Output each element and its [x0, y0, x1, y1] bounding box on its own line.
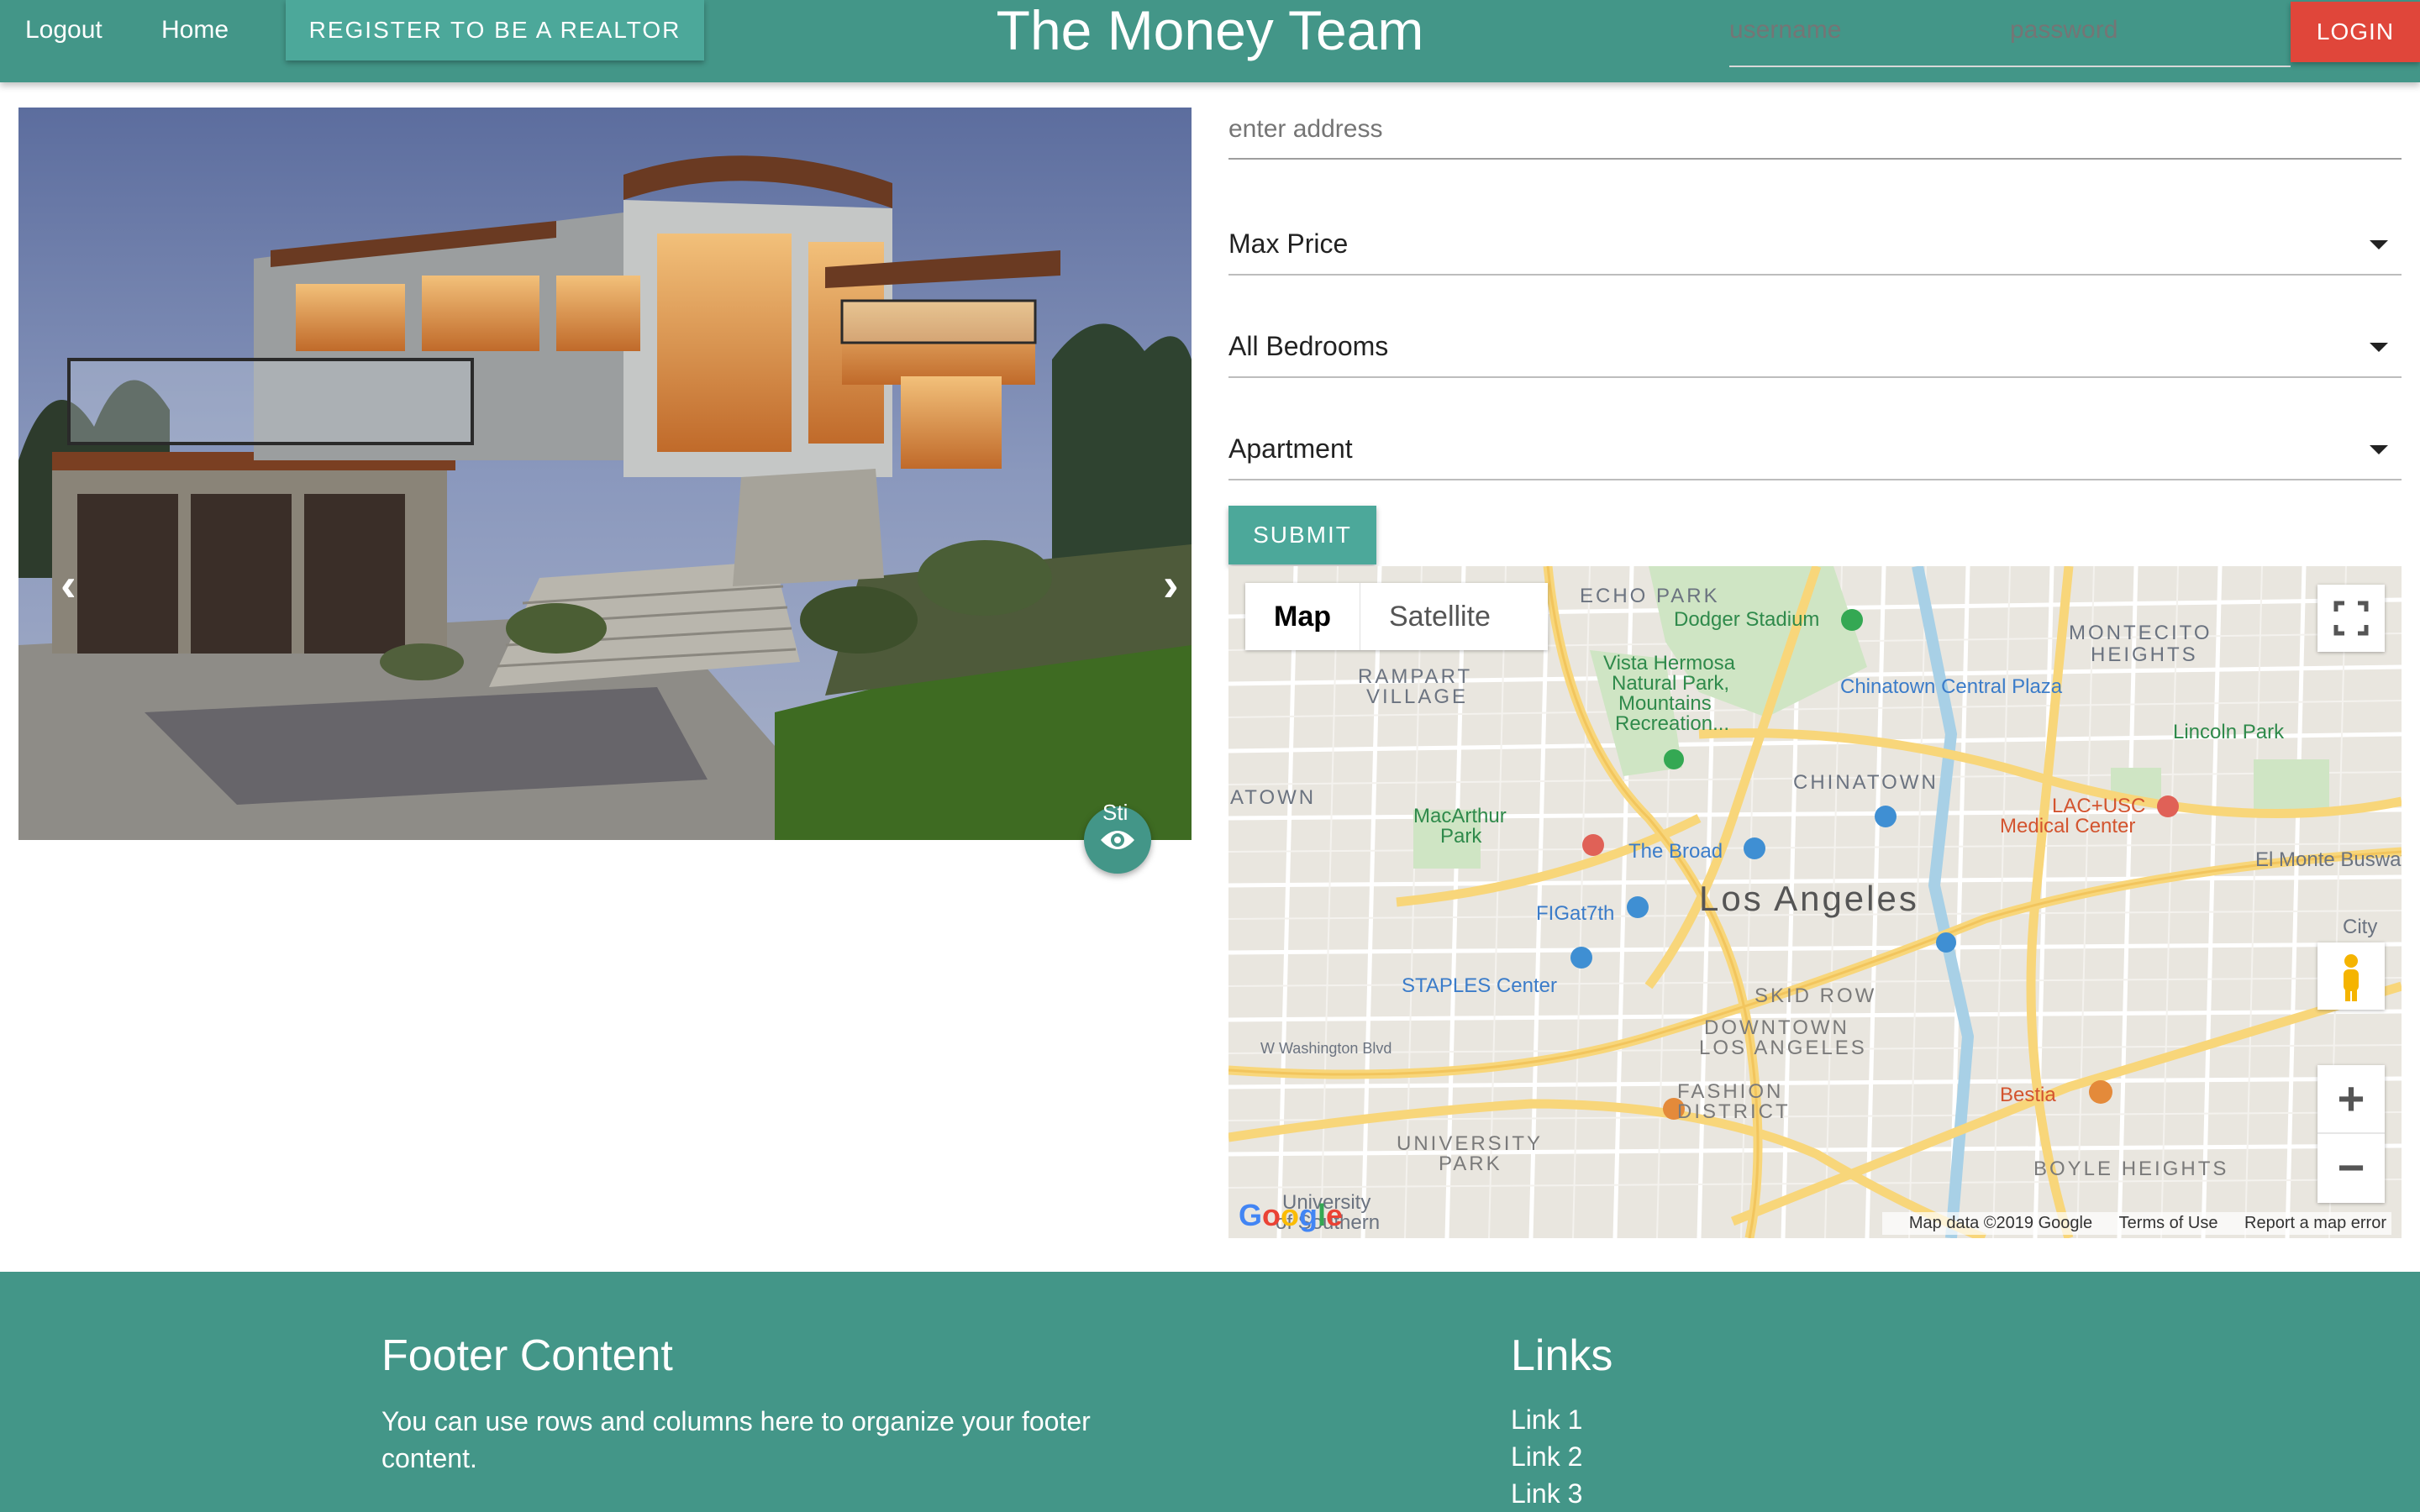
- password-input[interactable]: [2010, 0, 2262, 60]
- caret-down-icon: [2370, 343, 2388, 352]
- map-label: El Monte Busway: [2255, 848, 2402, 871]
- map-label: HEIGHTS: [2091, 643, 2198, 666]
- map-label: City: [2343, 916, 2378, 938]
- home-link[interactable]: Home: [161, 0, 229, 60]
- footer-text: You can use rows and columns here to org…: [381, 1406, 1091, 1473]
- map-label: Bestia: [2000, 1084, 2056, 1106]
- zoom-in-button[interactable]: +: [2317, 1065, 2385, 1134]
- caret-down-icon: [2370, 445, 2388, 454]
- max-price-select[interactable]: Max Price: [1228, 213, 2402, 276]
- navbar: Logout Home REGISTER TO BE A REALTOR The…: [0, 0, 2420, 82]
- report-error-link[interactable]: Report a map error: [2244, 1214, 2386, 1232]
- fullscreen-icon: [2333, 601, 2369, 636]
- map-label: The Broad: [1628, 840, 1723, 863]
- map-label: Los Angeles: [1699, 879, 1919, 918]
- google-logo: Google: [1239, 1198, 1344, 1232]
- google-map[interactable]: Map Satellite + − ECHO PARK Dodger Stadi…: [1228, 566, 2402, 1238]
- bedrooms-select[interactable]: All Bedrooms: [1228, 316, 2402, 378]
- register-realtor-button[interactable]: REGISTER TO BE A REALTOR: [286, 0, 704, 60]
- map-attribution: Map data ©2019 Google Terms of Use Repor…: [1881, 1212, 2391, 1235]
- map-label: DISTRICT: [1677, 1100, 1791, 1123]
- map-type-control: Map Satellite: [1245, 583, 1548, 650]
- pegman-icon: [2344, 954, 2359, 1001]
- zoom-out-button[interactable]: −: [2317, 1134, 2385, 1203]
- map-label: STAPLES Center: [1402, 974, 1557, 997]
- footer-link-1[interactable]: Link 1: [1511, 1404, 1582, 1436]
- map-label: BOYLE HEIGHTS: [2033, 1158, 2229, 1180]
- map-label: ECHO PARK: [1580, 585, 1720, 607]
- footer-links-title: Links: [1511, 1331, 1613, 1380]
- submit-button[interactable]: SUBMIT: [1228, 506, 1376, 564]
- map-label: FIGat7th: [1536, 902, 1615, 925]
- logout-link[interactable]: Logout: [25, 0, 103, 60]
- map-label: Lincoln Park: [2173, 721, 2285, 743]
- login-form: [1729, 0, 2291, 67]
- map-label: W Washington Blvd: [1260, 1040, 1392, 1057]
- property-type-select[interactable]: Apartment: [1228, 418, 2402, 480]
- map-type-satellite-button[interactable]: Satellite: [1360, 583, 1519, 650]
- map-label: Recreation...: [1615, 712, 1730, 735]
- house-carousel: ‹ ›: [18, 108, 1192, 840]
- username-input[interactable]: [1729, 0, 1981, 60]
- fullscreen-button[interactable]: [2317, 585, 2385, 652]
- brand-title: The Money Team: [996, 0, 1424, 61]
- map-type-map-button[interactable]: Map: [1245, 583, 1360, 650]
- caret-down-icon: [2370, 240, 2388, 249]
- footer-title: Footer Content: [381, 1331, 673, 1380]
- map-label: CHINATOWN: [1793, 771, 1939, 794]
- address-input[interactable]: [1228, 104, 2321, 155]
- map-label: VILLAGE: [1366, 685, 1469, 708]
- carousel-next-icon[interactable]: ›: [1163, 561, 1179, 608]
- house-photo: [18, 108, 1192, 840]
- map-label: Park: [1440, 825, 1482, 848]
- footer: Footer Content You can use rows and colu…: [0, 1272, 2420, 1512]
- property-type-value: Apartment: [1228, 433, 1353, 464]
- eye-icon: [1101, 831, 1134, 849]
- footer-link-3[interactable]: Link 3: [1511, 1478, 1582, 1509]
- carousel-prev-icon[interactable]: ‹: [60, 561, 76, 608]
- max-price-value: Max Price: [1228, 228, 1349, 259]
- bedrooms-value: All Bedrooms: [1228, 331, 1389, 361]
- map-label: ATOWN: [1230, 786, 1317, 809]
- fab-label: Sti: [1102, 800, 1128, 825]
- address-field: [1228, 92, 2402, 160]
- map-label: SKID ROW: [1754, 984, 1877, 1007]
- footer-link-2[interactable]: Link 2: [1511, 1441, 1582, 1473]
- map-label: LOS ANGELES: [1699, 1037, 1867, 1059]
- map-label: Medical Center: [2000, 815, 2136, 837]
- map-label: PARK: [1439, 1152, 1502, 1175]
- map-data-credit: Map data ©2019 Google: [1908, 1214, 2093, 1232]
- terms-link[interactable]: Terms of Use: [2119, 1214, 2218, 1232]
- zoom-control: + −: [2317, 1065, 2385, 1203]
- street-view-button[interactable]: [2317, 942, 2385, 1010]
- login-button[interactable]: LOGIN: [2291, 2, 2420, 62]
- map-label: MONTECITO: [2069, 622, 2212, 644]
- map-label: Chinatown Central Plaza: [1840, 675, 2063, 698]
- map-label: Dodger Stadium: [1674, 608, 1820, 631]
